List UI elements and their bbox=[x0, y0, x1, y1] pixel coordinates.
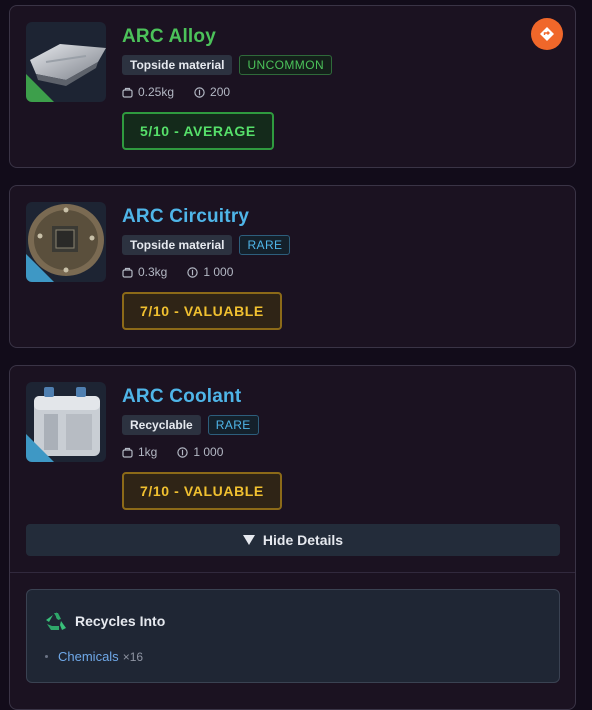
bullet bbox=[45, 655, 48, 658]
item-value: 200 bbox=[210, 85, 231, 99]
weight-icon bbox=[122, 87, 133, 98]
recycles-into-title: Recycles Into bbox=[75, 613, 166, 629]
hide-details-label: Hide Details bbox=[262, 532, 344, 548]
weight-icon bbox=[122, 447, 133, 458]
map-pin-button[interactable] bbox=[531, 18, 563, 50]
map-pin-icon bbox=[540, 27, 554, 41]
item-value: 1 000 bbox=[203, 265, 234, 279]
item-card-arc-circuitry[interactable]: ARC Circuitry Topside material RARE 0.3k… bbox=[9, 185, 576, 348]
item-type-tag: Topside material bbox=[122, 55, 233, 75]
score-badge: 7/10 - VALUABLE bbox=[122, 472, 282, 510]
recycle-icon bbox=[46, 612, 66, 630]
rarity-badge: RARE bbox=[239, 235, 291, 255]
hide-details-button[interactable]: Hide Details bbox=[26, 524, 560, 556]
item-card-arc-alloy[interactable]: ARC Alloy Topside material UNCOMMON 0.25… bbox=[9, 5, 576, 168]
coin-icon bbox=[187, 266, 199, 278]
item-type-tag: Topside material bbox=[122, 235, 233, 255]
score-badge: 5/10 - AVERAGE bbox=[122, 112, 274, 150]
item-type-tag: Recyclable bbox=[122, 415, 201, 435]
item-title: ARC Coolant bbox=[122, 386, 242, 407]
recycle-output-link[interactable]: Chemicals bbox=[58, 649, 119, 664]
item-weight: 0.25kg bbox=[138, 85, 175, 99]
score-badge: 7/10 - VALUABLE bbox=[122, 292, 282, 330]
recycles-into-panel: Recycles Into Chemicals ×16 bbox=[26, 589, 560, 683]
item-card-arc-coolant[interactable]: ARC Coolant Recyclable RARE 1kg 1 000 7/… bbox=[9, 365, 576, 710]
item-weight: 1kg bbox=[138, 445, 158, 459]
recycle-output-qty: ×16 bbox=[122, 649, 144, 664]
item-thumbnail bbox=[26, 202, 106, 282]
coin-icon bbox=[194, 86, 205, 98]
item-title: ARC Alloy bbox=[122, 26, 216, 47]
recycle-output-item: Chemicals ×16 bbox=[45, 649, 143, 664]
coin-icon bbox=[177, 446, 189, 458]
item-thumbnail bbox=[26, 22, 106, 102]
item-title: ARC Circuitry bbox=[122, 206, 250, 227]
rarity-badge: RARE bbox=[207, 415, 259, 435]
item-weight: 0.3kg bbox=[138, 265, 168, 279]
item-value: 1 000 bbox=[193, 445, 224, 459]
rarity-badge: UNCOMMON bbox=[239, 55, 333, 75]
divider bbox=[10, 572, 575, 573]
weight-icon bbox=[122, 267, 133, 278]
triangle-down-icon bbox=[242, 535, 255, 545]
item-thumbnail bbox=[26, 382, 106, 462]
